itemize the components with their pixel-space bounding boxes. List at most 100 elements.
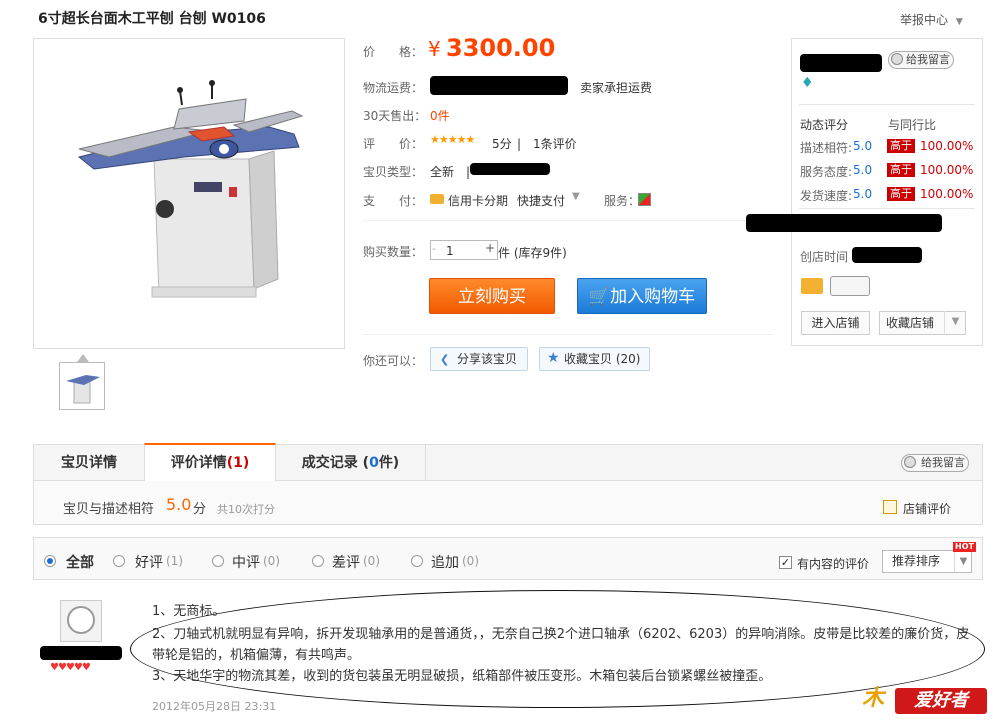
buy-now-button[interactable]: 立刻购买	[429, 278, 555, 314]
shop-since-label: 创店时间	[800, 250, 849, 264]
price-value: 3300.00	[446, 34, 556, 62]
tab-records[interactable]: 成交记录 (0件)	[276, 445, 426, 481]
filter-add-count: (0)	[462, 554, 479, 568]
dsr-service-pct: 100.00%	[920, 163, 974, 177]
dsr-desc-pct: 100.00%	[920, 139, 974, 153]
redacted-type-extra	[470, 163, 550, 175]
redacted-shipping-location	[430, 76, 568, 95]
divider	[363, 220, 773, 221]
redacted-shop-name	[800, 54, 882, 72]
quantity-stock: 件 (库存9件)	[498, 246, 567, 260]
divider	[363, 334, 773, 335]
star-icon: ★	[547, 350, 560, 366]
dsr-service-score: 5.0	[853, 163, 873, 177]
dsr-ship-tag: 高于	[887, 187, 915, 201]
share-icon: ❮	[440, 353, 450, 366]
buyer-credit-hearts: ♥♥♥♥♥	[50, 662, 91, 673]
filter-good-label[interactable]: 好评	[135, 552, 163, 572]
chevron-down-icon[interactable]: ▼	[954, 551, 972, 572]
review-date: 2012年05月28日 23:31	[152, 700, 277, 713]
hand-drawn-ellipse-annotation	[130, 590, 985, 708]
filter-bad-radio[interactable]	[312, 555, 324, 567]
shop-rating-link[interactable]: 店铺评价	[903, 500, 951, 517]
quantity-input[interactable]: 1	[446, 244, 454, 258]
rating-score: 5分	[492, 137, 512, 151]
thumbnail-indicator	[77, 354, 89, 362]
message-icon	[891, 53, 903, 65]
quantity-minus-button[interactable]: -	[432, 242, 436, 255]
dsr-ship-score: 5.0	[853, 187, 873, 201]
watermark-logo: 木	[862, 686, 885, 711]
quick-pay-link[interactable]: 快捷支付	[517, 192, 565, 209]
redacted-shop-location	[746, 214, 942, 232]
price-label: 价 格：	[363, 45, 424, 59]
type-value: 全新 |	[430, 165, 471, 179]
sold-label: 30天售出：	[363, 109, 427, 123]
service-label: 服务：	[604, 194, 641, 208]
add-to-cart-button[interactable]: 🛒加入购物车	[577, 278, 707, 314]
shop-rating-icon	[883, 500, 897, 514]
product-thumbnail[interactable]	[59, 362, 105, 410]
dsr-desc-label: 描述相符:	[800, 141, 853, 155]
default-avatar-icon	[67, 606, 95, 634]
tab-details[interactable]: 宝贝详情	[34, 445, 144, 481]
filter-mid-label[interactable]: 中评	[232, 552, 260, 572]
price-currency: ¥	[428, 37, 441, 61]
guarantee-badge-icon	[830, 276, 870, 296]
tab-reviews[interactable]: 评价详情(1)	[144, 443, 276, 481]
dsr-service-tag: 高于	[887, 163, 915, 177]
diamond-rank-icon: ♦	[801, 75, 814, 91]
compare-label: 与同行比	[888, 118, 937, 132]
filter-bad-count: (0)	[363, 554, 380, 568]
filter-mid-radio[interactable]	[212, 555, 224, 567]
filter-mid-count: (0)	[263, 554, 280, 568]
cart-icon: 🛒	[588, 287, 611, 307]
message-icon	[904, 456, 916, 468]
filter-all-label[interactable]: 全部	[66, 552, 94, 572]
summary-unit: 分	[193, 502, 207, 517]
dsr-service-label: 服务态度:	[800, 165, 853, 179]
chevron-down-icon[interactable]: ▼	[572, 191, 580, 202]
enter-shop-button[interactable]: 进入店铺	[801, 311, 870, 335]
dsr-ship-label: 发货速度:	[800, 189, 853, 203]
chevron-down-icon[interactable]: ▼	[944, 311, 966, 335]
payment-label: 支 付：	[363, 194, 424, 208]
summary-score: 5.0	[166, 495, 192, 514]
dynamic-score-label: 动态评分	[800, 118, 849, 132]
filter-good-radio[interactable]	[113, 555, 125, 567]
has-content-checkbox[interactable]: ✓	[779, 556, 792, 569]
filter-bad-label[interactable]: 差评	[332, 552, 360, 572]
quantity-label: 购买数量：	[363, 245, 424, 259]
shipping-note: 卖家承担运费	[580, 81, 653, 95]
dsr-desc-tag: 高于	[887, 139, 915, 153]
jointer-machine-image	[77, 80, 304, 298]
product-title: 6寸超长台面木工平刨 台刨 W0106	[38, 11, 266, 27]
filter-add-label[interactable]: 追加	[431, 552, 459, 572]
shipping-label: 物流运费：	[363, 81, 424, 95]
credit-card-icon	[801, 278, 823, 294]
filter-all-radio[interactable]	[44, 555, 56, 567]
service-badge-icon[interactable]	[638, 193, 651, 206]
watermark-text: 爱好者	[895, 688, 987, 714]
chevron-down-icon: ▼	[955, 17, 963, 27]
sold-value: 0件	[430, 109, 450, 123]
rating-stars: ★★★★★	[430, 133, 475, 146]
summary-times: 共10次打分	[217, 503, 275, 516]
report-center-link[interactable]: 举报中心 ▼	[900, 11, 963, 28]
filter-good-count: (1)	[166, 554, 183, 568]
redacted-username	[40, 646, 122, 660]
divider	[799, 104, 975, 105]
filter-add-radio[interactable]	[411, 555, 423, 567]
dsr-desc-score: 5.0	[853, 139, 873, 153]
rating-label: 评 价：	[363, 137, 424, 151]
credit-card-icon	[430, 194, 444, 204]
type-label: 宝贝类型：	[363, 165, 424, 179]
summary-label: 宝贝与描述相符	[63, 502, 155, 517]
quantity-plus-button[interactable]: +	[485, 241, 495, 255]
redacted-shop-date	[852, 247, 922, 263]
product-main-image[interactable]	[33, 38, 345, 349]
rating-count-link[interactable]: | 1条评价	[517, 135, 577, 152]
hot-badge: HOT	[953, 542, 976, 552]
credit-installment-link[interactable]: 信用卡分期	[448, 192, 508, 209]
has-content-label[interactable]: 有内容的评价	[797, 555, 869, 572]
